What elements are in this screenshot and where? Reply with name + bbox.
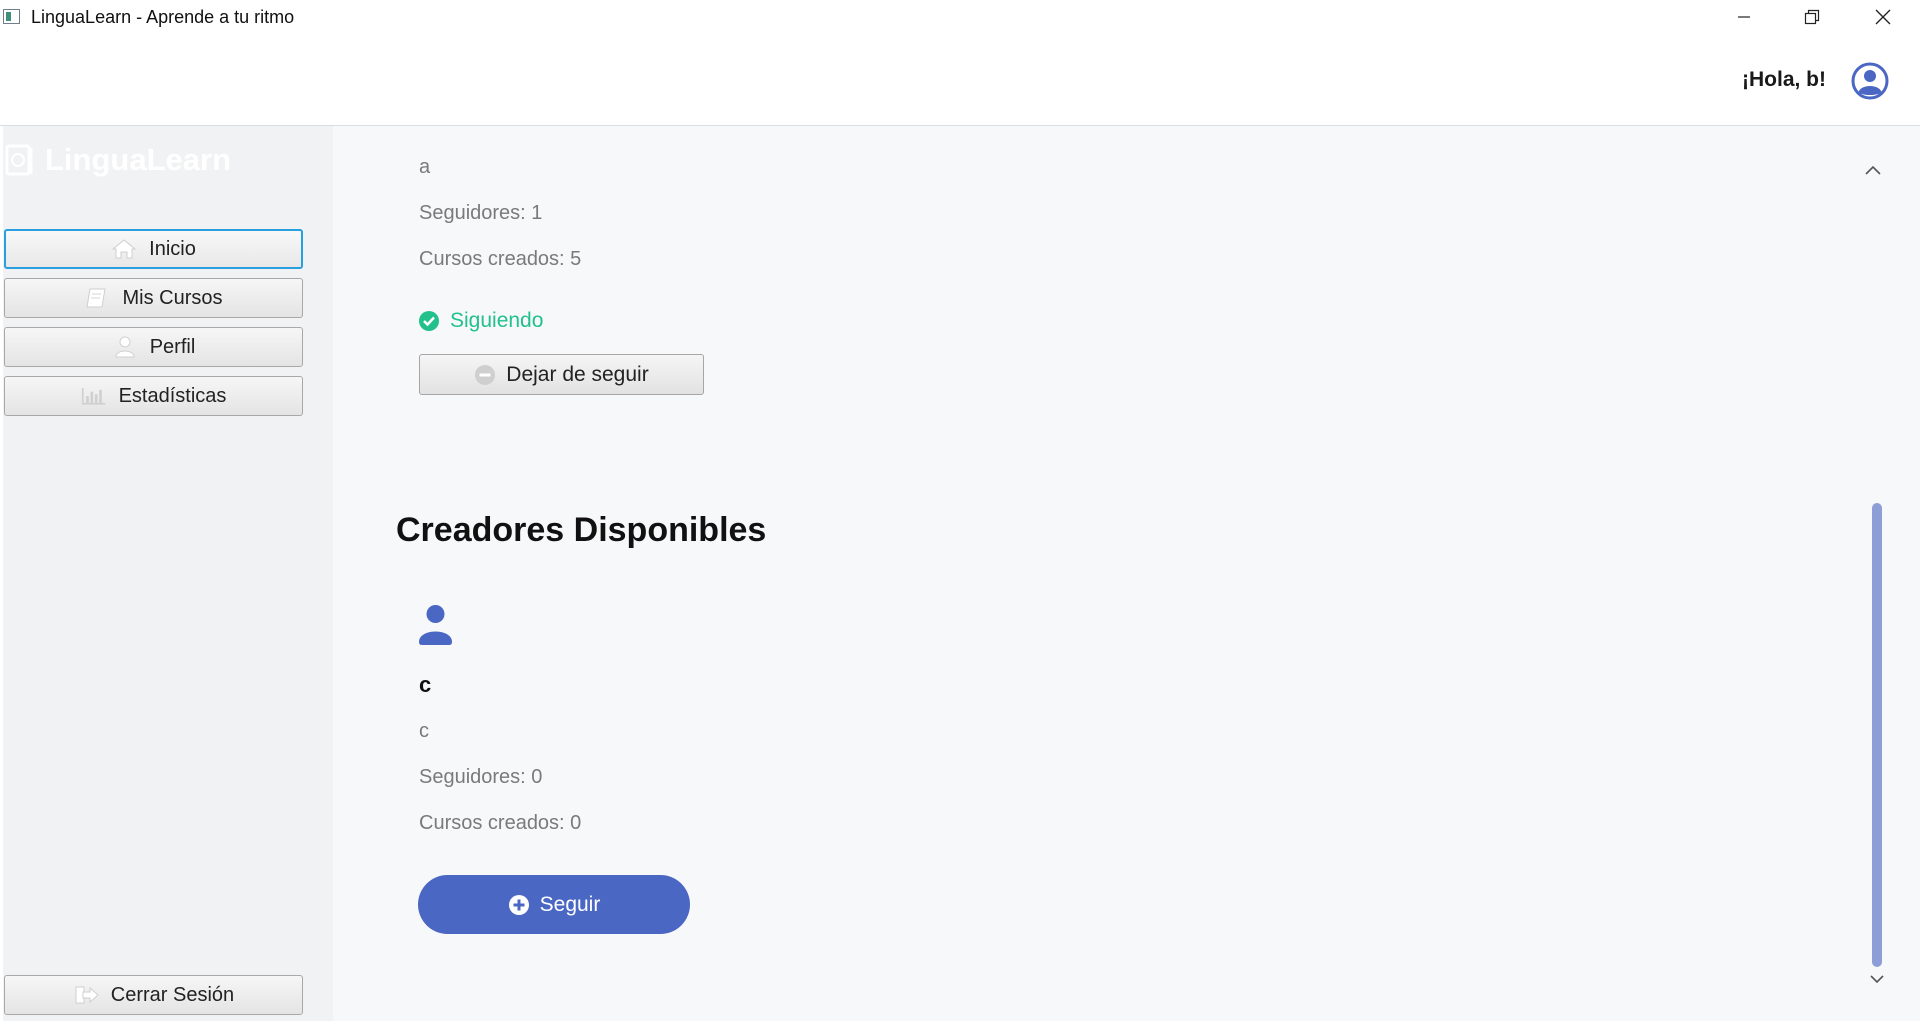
window-titlebar: LinguaLearn - Aprende a tu ritmo	[0, 0, 1920, 34]
restore-button[interactable]	[1781, 0, 1843, 34]
nav-inicio-label: Inicio	[149, 237, 196, 260]
creator-followers: Seguidores: 0	[419, 766, 543, 788]
sign-out-icon	[73, 984, 99, 1006]
section-title: Creadores Disponibles	[396, 511, 767, 549]
follow-label: Seguir	[539, 892, 601, 916]
creator-courses: Cursos creados: 5	[419, 248, 582, 270]
logout-label: Cerrar Sesión	[110, 983, 235, 1006]
minus-circle-icon	[475, 364, 496, 385]
user-icon	[419, 605, 452, 645]
creator-description: c	[419, 720, 429, 742]
nav-inicio-button[interactable]: Inicio	[4, 229, 303, 269]
logo-text: LinguaLearn	[45, 142, 232, 177]
scrollbar-thumb[interactable]	[1872, 503, 1882, 967]
plus-circle-icon	[508, 894, 529, 915]
book-icon	[84, 287, 110, 309]
nav-estadisticas-button[interactable]: Estadísticas	[4, 376, 303, 416]
chevron-down-icon[interactable]	[1868, 972, 1886, 986]
main-content: a Seguidores: 1 Cursos creados: 5 Siguie…	[333, 126, 1920, 1021]
minimize-icon	[1738, 16, 1750, 18]
bar-chart-icon	[81, 385, 107, 407]
sidebar: LinguaLearn Inicio Mis Cursos Perfil Est…	[3, 126, 333, 1021]
creator-courses: Cursos creados: 0	[419, 812, 582, 834]
creator-description: a	[419, 156, 431, 178]
creator-followers: Seguidores: 1	[419, 202, 543, 224]
user-circle-icon[interactable]	[1851, 62, 1889, 100]
close-icon	[1875, 9, 1891, 25]
nav-perfil-button[interactable]: Perfil	[4, 327, 303, 367]
logout-button[interactable]: Cerrar Sesión	[4, 975, 303, 1015]
close-button[interactable]	[1852, 0, 1914, 34]
unfollow-label: Dejar de seguir	[506, 362, 649, 386]
unfollow-button[interactable]: Dejar de seguir	[419, 354, 704, 395]
nav-mis-cursos-label: Mis Cursos	[122, 286, 223, 309]
app-icon	[3, 9, 20, 24]
follow-button[interactable]: Seguir	[418, 875, 690, 934]
nav-mis-cursos-button[interactable]: Mis Cursos	[4, 278, 303, 318]
nav-estadisticas-label: Estadísticas	[118, 384, 227, 407]
greeting-text: ¡Hola, b!	[1742, 68, 1826, 91]
top-header: ¡Hola, b!	[0, 34, 1920, 126]
following-status: Siguiendo	[418, 309, 543, 333]
restore-icon	[1804, 9, 1820, 25]
window-title: LinguaLearn - Aprende a tu ritmo	[31, 7, 295, 27]
check-circle-icon	[419, 311, 439, 331]
minimize-button[interactable]	[1713, 0, 1775, 34]
app-logo: LinguaLearn	[5, 142, 231, 178]
following-status-label: Siguiendo	[450, 309, 544, 332]
user-icon	[112, 336, 138, 358]
creator-name: c	[419, 672, 432, 697]
book-globe-icon	[5, 144, 33, 176]
nav-perfil-label: Perfil	[149, 335, 196, 358]
home-icon	[111, 238, 137, 260]
